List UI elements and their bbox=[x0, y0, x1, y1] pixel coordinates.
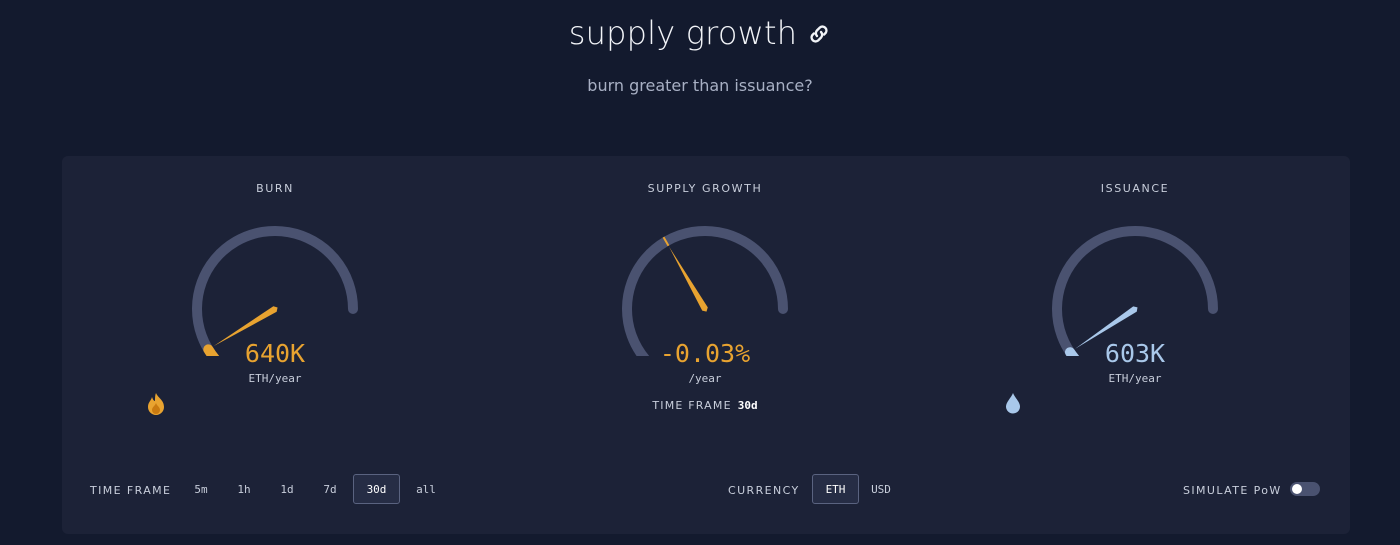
simulate-pow-toggle[interactable] bbox=[1290, 482, 1320, 496]
issuance-value: 603K bbox=[1104, 339, 1166, 368]
currency-label: CURRENCY bbox=[728, 484, 800, 497]
supply-growth-gauge-needle bbox=[669, 246, 708, 312]
supply-growth-timeframe: TIME FRAME 30d bbox=[575, 399, 835, 412]
supply-growth-timeframe-label: TIME FRAME bbox=[652, 399, 732, 412]
issuance-unit: ETH/year bbox=[1108, 372, 1162, 385]
link-icon[interactable] bbox=[807, 16, 831, 54]
supply-growth-value: -0.03% bbox=[659, 339, 751, 368]
supply-growth-timeframe-value: 30d bbox=[737, 399, 758, 412]
burn-gauge: BURN 640K ETH/year bbox=[145, 156, 405, 426]
burn-gauge-dial bbox=[192, 225, 358, 356]
timeframe-30d-button[interactable]: 30d bbox=[353, 474, 400, 504]
issuance-gauge-track bbox=[1052, 225, 1218, 356]
timeframe-1d-button[interactable]: 1d bbox=[265, 474, 309, 504]
supply-growth-gauge: SUPPLY GROWTH -0.03% /year TIME FRAME 30d bbox=[575, 156, 835, 426]
currency-usd-button[interactable]: USD bbox=[859, 474, 903, 504]
timeframe-label: TIME FRAME bbox=[90, 484, 172, 497]
burn-gauge-track bbox=[192, 225, 358, 356]
supply-growth-unit: /year bbox=[688, 372, 722, 385]
simulate-pow-toggle-knob bbox=[1292, 484, 1302, 494]
page-subtitle: burn greater than issuance? bbox=[587, 76, 813, 95]
page-title-text: supply growth bbox=[568, 14, 798, 52]
supply-growth-card: BURN 640K ETH/year SUPPLY GROWTH -0.03% … bbox=[62, 156, 1350, 534]
supply-growth-gauge-track bbox=[622, 225, 788, 356]
simulate-pow-label: SIMULATE PoW bbox=[1183, 484, 1282, 497]
burn-value: 640K bbox=[244, 339, 306, 368]
controls-bar: TIME FRAME 5m 1h 1d 7d 30d all CURRENCY … bbox=[62, 472, 1350, 508]
supply-growth-gauge-dial bbox=[622, 225, 788, 356]
timeframe-7d-button[interactable]: 7d bbox=[308, 474, 352, 504]
timeframe-5m-button[interactable]: 5m bbox=[179, 474, 223, 504]
burn-unit: ETH/year bbox=[248, 372, 302, 385]
currency-eth-button[interactable]: ETH bbox=[812, 474, 859, 504]
timeframe-1h-button[interactable]: 1h bbox=[222, 474, 266, 504]
issuance-gauge-dial bbox=[1052, 225, 1218, 356]
timeframe-all-button[interactable]: all bbox=[404, 474, 448, 504]
issuance-gauge: ISSUANCE 603K ETH/year bbox=[1005, 156, 1265, 426]
page-title: supply growth bbox=[0, 14, 1400, 54]
